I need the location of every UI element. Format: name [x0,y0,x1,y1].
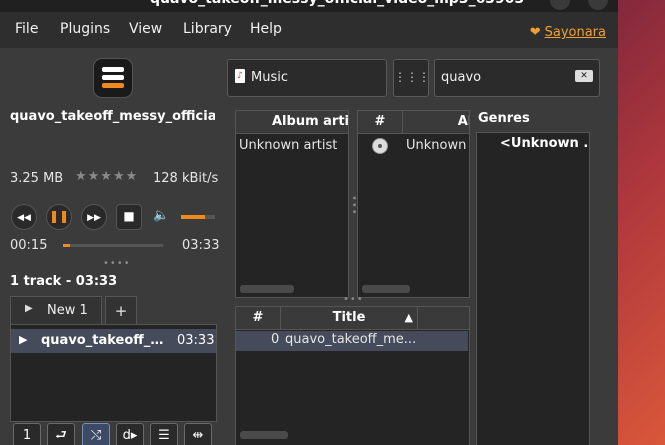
library-source-label: Music [251,70,288,85]
track-scrollbar[interactable] [240,431,288,439]
previous-button[interactable]: ◀◀ [11,204,37,230]
volume-icon[interactable]: 🔈 [153,208,169,223]
list-icon: ☰ [158,428,170,443]
next-button[interactable]: ▶▶ [81,204,107,230]
album-header[interactable]: Album [403,111,469,134]
playlist-summary: 1 track - 03:33 [10,274,118,289]
stop-icon: ■ [123,209,135,223]
library-source-selector[interactable]: ♪ Music [227,59,387,97]
album-number-header[interactable]: # [358,111,403,134]
append-button[interactable]: ☰ [150,423,178,445]
view-mode-button[interactable]: ⋮⋮⋮ [393,59,430,97]
close-button[interactable] [588,0,608,10]
playlist-tab[interactable]: ▶ New 1 [10,296,102,325]
rating-stars[interactable]: ★★★★★ [75,169,138,184]
volume-slider[interactable] [181,215,215,219]
shuffle-button[interactable]: ⤭ [82,423,110,445]
artist-list: Album artist Unknown artist [235,110,349,298]
playlist-tab-label: New 1 [47,303,88,318]
track-list: # Title ▲ 0 quavo_takeoff_me... [235,306,470,445]
splitter-handle[interactable]: •••• [103,258,131,269]
seek-slider[interactable] [63,244,163,247]
track-number: 0 [271,332,280,347]
grid-icon: ⋮⋮⋮ [394,70,430,84]
menu-help[interactable]: Help [250,21,282,37]
repeat-all-icon: ⮐ [55,428,67,443]
extra-column-header[interactable] [418,307,469,330]
genre-row[interactable]: <Unknown ... [500,136,589,151]
seek-progress [63,244,70,247]
menu-library[interactable]: Library [183,21,232,37]
main-window: quavo_takeoff_messy_official_video_mp3_6… [0,0,618,445]
search-input[interactable]: quavo ✕ [434,59,600,97]
menu-file[interactable]: File [15,21,38,37]
dynamic-playback-button[interactable]: d▸ [116,423,144,445]
pause-icon: ❚❚ [48,209,70,223]
bitrate: 128 kBit/s [153,171,219,186]
shuffle-icon: ⤭ [90,428,102,443]
next-icon: ▶▶ [87,213,101,223]
dynamic-icon: d▸ [122,428,138,443]
track-title: quavo_takeoff_me... [285,332,417,347]
minimize-button[interactable] [550,0,570,10]
cd-icon [372,138,388,154]
title-header[interactable]: Title ▲ [281,307,418,330]
title-bar: quavo_takeoff_messy_official_video_mp3_6… [0,0,618,12]
user-link[interactable]: ❤ Sayonara [530,25,606,40]
album-list: # Album Unknown [357,110,470,298]
artist-header[interactable]: Album artist [236,111,348,134]
playlist-track-title: quavo_takeoff_m... [41,333,169,348]
track-number-header[interactable]: # [236,307,281,330]
album-scrollbar[interactable] [362,285,410,293]
sort-ascending-icon: ▲ [404,311,413,324]
stop-button[interactable]: ■ [116,204,142,230]
clear-search-icon[interactable]: ✕ [575,70,593,82]
file-size: 3.25 MB [10,171,64,186]
genre-list: <Unknown ... [476,132,590,445]
repall-button[interactable]: ⮐ [47,423,75,445]
playlist-row[interactable]: ▶ quavo_takeoff_m... 03:33 [11,329,216,353]
repeat-one-icon: 1 [22,428,32,443]
app-logo-icon [93,58,133,98]
window-title: quavo_takeoff_messy_official_video_mp3_6… [150,0,524,7]
play-icon: ▶ [25,303,33,314]
total-time: 03:33 [182,238,220,253]
playlist: ▶ quavo_takeoff_m... 03:33 [10,324,217,422]
menu-plugins[interactable]: Plugins [60,21,110,37]
pause-button[interactable]: ❚❚ [46,204,72,230]
track-row[interactable]: 0 quavo_takeoff_me... [236,331,468,351]
add-playlist-button[interactable]: + [105,296,137,325]
music-file-icon: ♪ [235,69,245,83]
heart-icon: ❤ [529,25,541,40]
gapless-icon: ⇹ [192,428,204,443]
artist-row[interactable]: Unknown artist [239,138,337,153]
previous-icon: ◀◀ [17,213,31,223]
rep1-button[interactable]: 1 [13,423,41,445]
volume-level [181,215,205,219]
genres-label: Genres [478,111,530,126]
album-row[interactable]: Unknown [406,138,466,153]
playlist-track-duration: 03:33 [177,333,215,348]
search-value: quavo [441,70,482,85]
menu-bar: File Plugins View Library Help ❤ Sayonara [0,12,618,48]
playing-icon: ▶ [19,333,28,346]
elapsed-time: 00:15 [10,238,48,253]
now-playing-title: quavo_takeoff_messy_official_video_mp3_6… [10,109,215,124]
menu-view[interactable]: View [129,21,162,37]
gapless-button[interactable]: ⇹ [184,423,212,445]
artist-scrollbar[interactable] [240,285,294,293]
splitter-handle[interactable]: ••• [343,294,364,305]
